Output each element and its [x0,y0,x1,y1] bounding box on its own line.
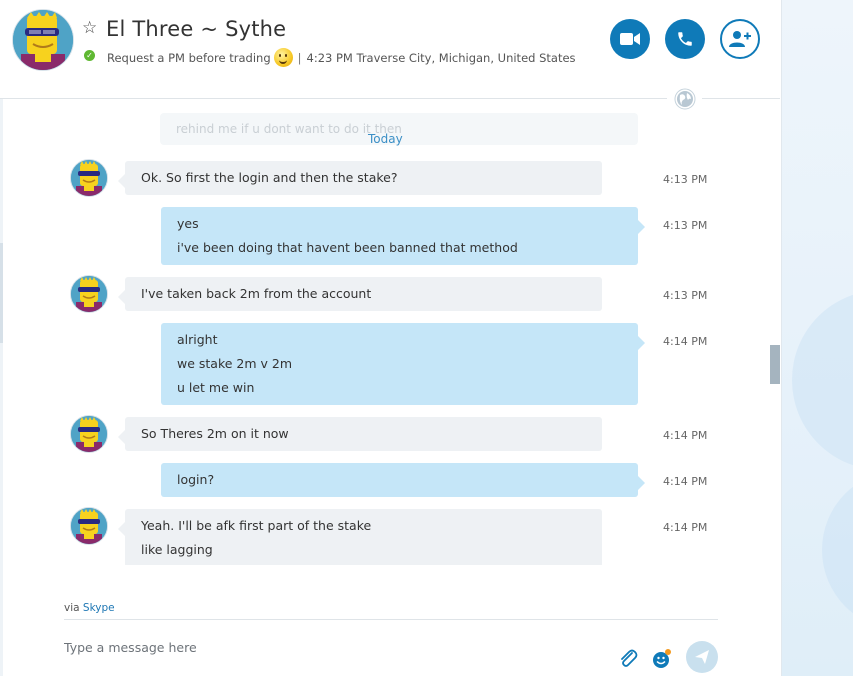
contact-status-line: Request a PM before trading | 4:23 PM Tr… [107,48,576,67]
message-text: yes [177,216,199,231]
attach-file-icon[interactable] [617,648,639,670]
message-text: i've been doing that havent been banned … [177,240,518,255]
message-bubble[interactable]: alright we stake 2m v 2m u let me win [161,323,645,405]
message-bubble[interactable]: Ok. So first the login and then the stak… [118,161,602,195]
message-timestamp: 4:13 PM [663,289,708,302]
message-timestamp: 4:13 PM [663,219,708,232]
video-camera-icon [620,33,640,45]
online-status-icon: ✓ [84,50,95,61]
sender-avatar[interactable] [70,159,108,197]
message-timestamp: 4:14 PM [663,429,708,442]
message-bubble[interactable]: Yeah. I'll be afk first part of the stak… [118,509,602,565]
via-prefix: via [64,602,80,614]
message-text: we stake 2m v 2m [177,356,293,371]
message-input[interactable] [64,637,584,657]
mood-message: Request a PM before trading [107,50,271,65]
message-bubble[interactable]: I've taken back 2m from the account [118,277,602,311]
video-call-button[interactable] [610,19,650,59]
message-timestamp: 4:14 PM [663,475,708,488]
send-button[interactable] [686,641,718,673]
date-divider: Today [368,132,403,146]
message-text: like lagging [141,542,213,557]
message-timestamp: 4:14 PM [663,521,708,534]
local-time-location: 4:23 PM Traverse City, Michigan, United … [306,50,576,65]
via-service-link[interactable]: Skype [83,602,115,614]
message-text: u let me win [177,380,255,395]
message-text: I've taken back 2m from the account [141,286,372,301]
send-icon [695,650,709,664]
contact-name: El Three ~ Sythe [106,17,287,41]
incoming-message[interactable]: So Theres 2m on it now 4:14 PM [0,415,780,453]
outgoing-message[interactable]: alright we stake 2m v 2m u let me win 4:14 … [0,323,780,405]
message-history[interactable]: rehind me if u dont want to do it then T… [0,99,780,565]
emoticon-picker-icon[interactable] [651,648,673,670]
message-timestamp: 4:13 PM [663,173,708,186]
favorite-star-icon[interactable]: ☆ [82,18,97,38]
compose-divider [64,619,718,620]
status-separator: | [297,50,302,65]
scrollbar-thumb[interactable] [770,345,780,384]
smiley-emoticon-icon [273,48,293,67]
message-bubble[interactable]: So Theres 2m on it now [118,417,602,451]
message-timestamp: 4:14 PM [663,335,708,348]
message-text: Yeah. I'll be afk first part of the stak… [141,518,372,533]
background-panel [781,0,853,676]
message-text: So Theres 2m on it now [141,426,289,441]
add-person-icon [729,31,751,47]
sender-avatar[interactable] [70,275,108,313]
voice-call-button[interactable] [665,19,705,59]
incoming-message[interactable]: I've taken back 2m from the account 4:13 … [0,275,780,313]
outgoing-message[interactable]: yes i've been doing that havent been bann… [0,207,780,265]
message-bubble[interactable]: login? [161,463,645,497]
message-text: Ok. So first the login and then the stak… [141,170,398,185]
sender-avatar[interactable] [70,415,108,453]
incoming-message[interactable]: Yeah. I'll be afk first part of the stak… [0,507,780,565]
via-service-label: via Skype [64,602,115,614]
sender-avatar[interactable] [70,507,108,545]
conversation-header: ☆ El Three ~ Sythe ✓ Request a PM before… [0,0,780,98]
incoming-message[interactable]: Ok. So first the login and then the stak… [0,159,780,197]
message-text: alright [177,332,218,347]
message-bubble[interactable]: yes i've been doing that havent been bann… [161,207,645,265]
phone-icon [678,32,692,46]
contact-avatar[interactable] [12,9,74,71]
add-participant-button[interactable] [720,19,760,59]
message-text: login? [177,472,215,487]
outgoing-message[interactable]: login? 4:14 PM [0,463,780,497]
